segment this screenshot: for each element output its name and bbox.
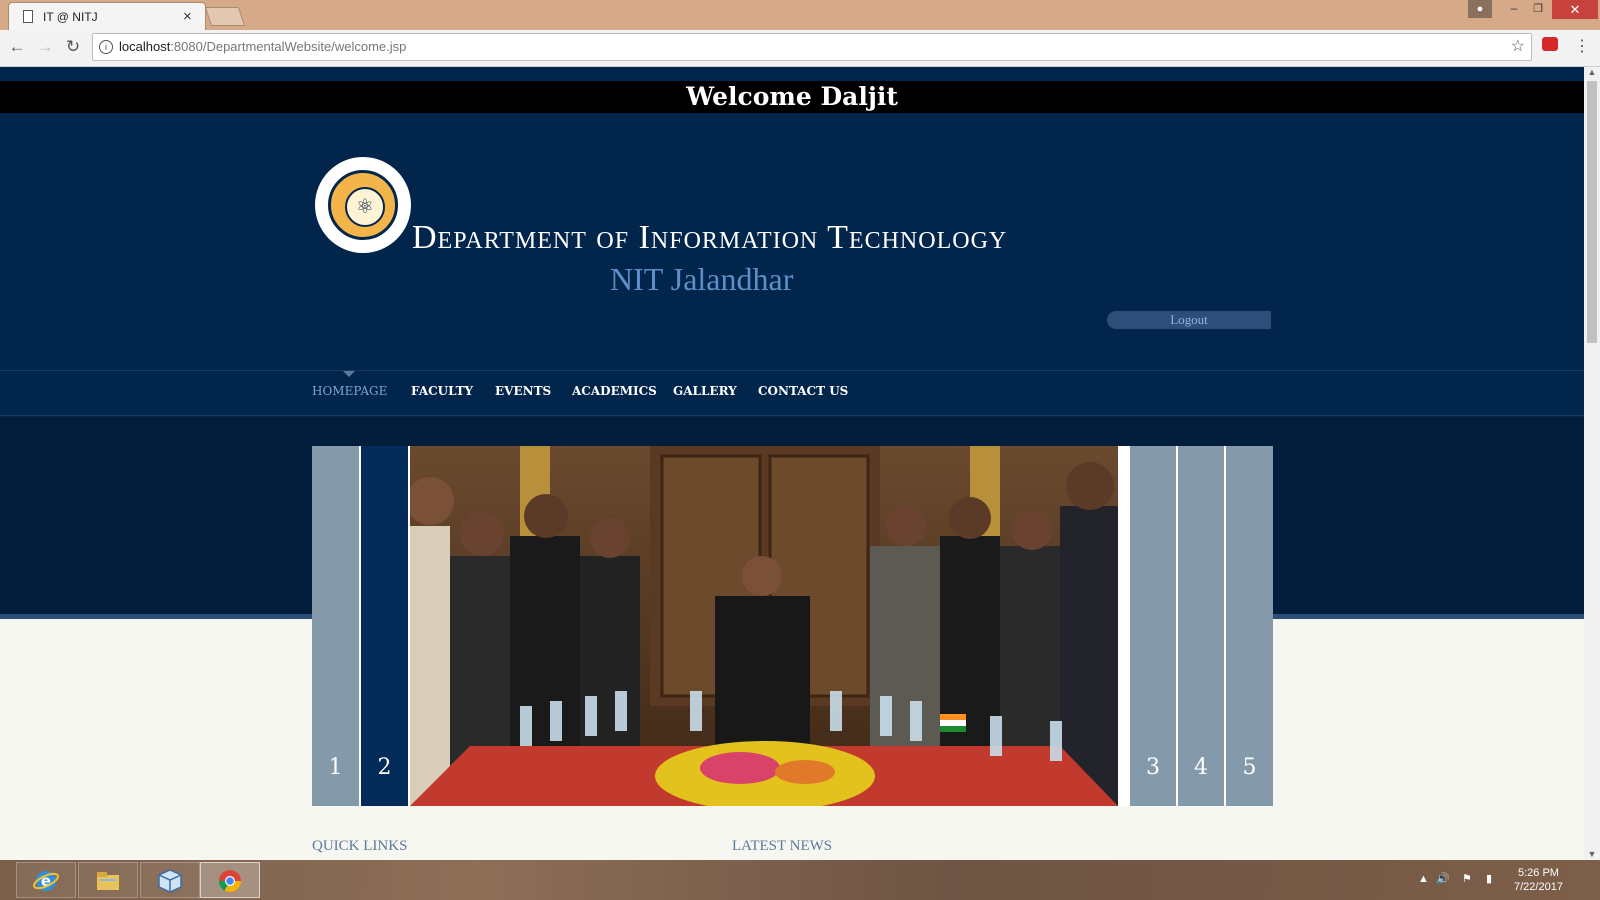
nit-logo[interactable]: ⚛	[315, 157, 411, 253]
page-scrollbar[interactable]: ▲ ▼	[1584, 67, 1600, 859]
forward-arrow-icon[interactable]: →	[34, 36, 56, 58]
nav-gallery[interactable]: GALLERY	[673, 384, 737, 398]
slide-number: 5	[1242, 755, 1257, 780]
logo-ring: ⚛	[328, 170, 398, 240]
close-window-button[interactable]: ✕	[1552, 0, 1598, 19]
reload-icon[interactable]: ↻	[62, 36, 84, 58]
file-explorer-icon	[97, 872, 119, 890]
slide-number: 1	[328, 755, 343, 780]
url-path: :8080/DepartmentalWebsite/welcome.jsp	[170, 39, 407, 54]
slide-tab-5[interactable]: 5	[1226, 446, 1273, 806]
network-signal-icon[interactable]: ▮	[1486, 872, 1492, 885]
nav-academics[interactable]: ACADEMICS	[572, 384, 657, 398]
volume-icon[interactable]: 🔊	[1436, 872, 1450, 885]
college-name: NIT Jalandhar	[610, 261, 794, 297]
minimize-button[interactable]: –	[1502, 0, 1526, 18]
back-arrow-icon[interactable]: ←	[6, 36, 28, 58]
browser-tab-strip: IT @ NITJ × ● – ❐ ✕	[0, 0, 1600, 31]
extension-icon[interactable]	[1542, 37, 1558, 51]
tray-expand-icon[interactable]: ▲	[1418, 873, 1429, 885]
logout-button[interactable]: Logout	[1107, 311, 1271, 329]
atom-icon: ⚛	[345, 187, 385, 227]
address-bar[interactable]: i localhost:8080/DepartmentalWebsite/wel…	[92, 33, 1532, 61]
welcome-bar: Welcome Daljit	[0, 81, 1584, 113]
tray-clock[interactable]: 5:26 PM 7/22/2017	[1514, 866, 1563, 894]
slide-tab-4[interactable]: 4	[1178, 446, 1226, 806]
virtualbox-icon	[158, 869, 182, 893]
document-icon	[23, 10, 33, 23]
browser-menu-icon[interactable]: ⋮	[1574, 36, 1590, 56]
nav-contact-us[interactable]: CONTACT US	[758, 384, 848, 398]
clock-time: 5:26 PM	[1517, 867, 1559, 879]
maximize-button[interactable]: ❐	[1526, 0, 1550, 18]
nav-faculty[interactable]: FACULTY	[411, 384, 473, 398]
active-nav-caret-icon	[343, 371, 355, 377]
url-host: localhost	[119, 39, 171, 54]
scroll-thumb[interactable]	[1587, 81, 1597, 343]
profile-icon[interactable]: ●	[1468, 0, 1492, 18]
info-icon[interactable]: i	[99, 40, 113, 54]
quick-links-heading: QUICK LINKS	[312, 838, 408, 854]
slide-tab-1[interactable]: 1	[312, 446, 361, 806]
slide-tab-3[interactable]: 3	[1130, 446, 1178, 806]
clock-date: 7/22/2017	[1514, 881, 1563, 893]
nav-events[interactable]: EVENTS	[495, 384, 551, 398]
browser-tab[interactable]: IT @ NITJ ×	[8, 2, 206, 31]
action-center-flag-icon[interactable]: ⚑	[1462, 872, 1472, 885]
url-text[interactable]: localhost:8080/DepartmentalWebsite/welco…	[119, 39, 406, 54]
new-tab-button[interactable]	[204, 7, 246, 26]
slide-photo	[410, 446, 1118, 806]
main-navigation: HOMEPAGE FACULTY EVENTS ACADEMICS GALLER…	[0, 370, 1584, 416]
windows-taskbar: e ▲ 🔊 ⚑ ▮	[0, 860, 1600, 900]
scroll-up-icon[interactable]: ▲	[1584, 67, 1600, 77]
taskbar-file-explorer[interactable]	[78, 862, 138, 898]
taskbar-internet-explorer[interactable]: e	[16, 862, 76, 898]
taskbar-chrome[interactable]	[200, 862, 260, 898]
internet-explorer-icon: e	[33, 871, 59, 891]
bookmark-star-icon[interactable]: ☆	[1511, 36, 1525, 56]
ceremony-photo	[410, 446, 1118, 806]
browser-toolbar: ← → ↻ i localhost:8080/DepartmentalWebsi…	[0, 30, 1600, 67]
nav-homepage[interactable]: HOMEPAGE	[312, 384, 387, 398]
image-slider: 1 2 3 4 5	[312, 446, 1273, 806]
slide-number: 4	[1194, 755, 1208, 780]
taskbar-virtualbox[interactable]	[140, 862, 200, 898]
department-title: Department of Information Technology	[412, 219, 1008, 256]
slide-number: 3	[1146, 755, 1160, 780]
slide-number: 2	[377, 755, 392, 780]
latest-news-heading: LATEST NEWS	[732, 838, 833, 854]
web-page: Welcome Daljit ⚛ Department of Informati…	[0, 67, 1584, 859]
chrome-icon	[219, 870, 241, 892]
welcome-message: Welcome Daljit	[686, 82, 898, 111]
tab-title: IT @ NITJ	[43, 10, 98, 24]
slide-tab-2[interactable]: 2	[361, 446, 410, 806]
tab-close-icon[interactable]: ×	[183, 8, 192, 25]
scroll-down-icon[interactable]: ▼	[1584, 849, 1600, 859]
